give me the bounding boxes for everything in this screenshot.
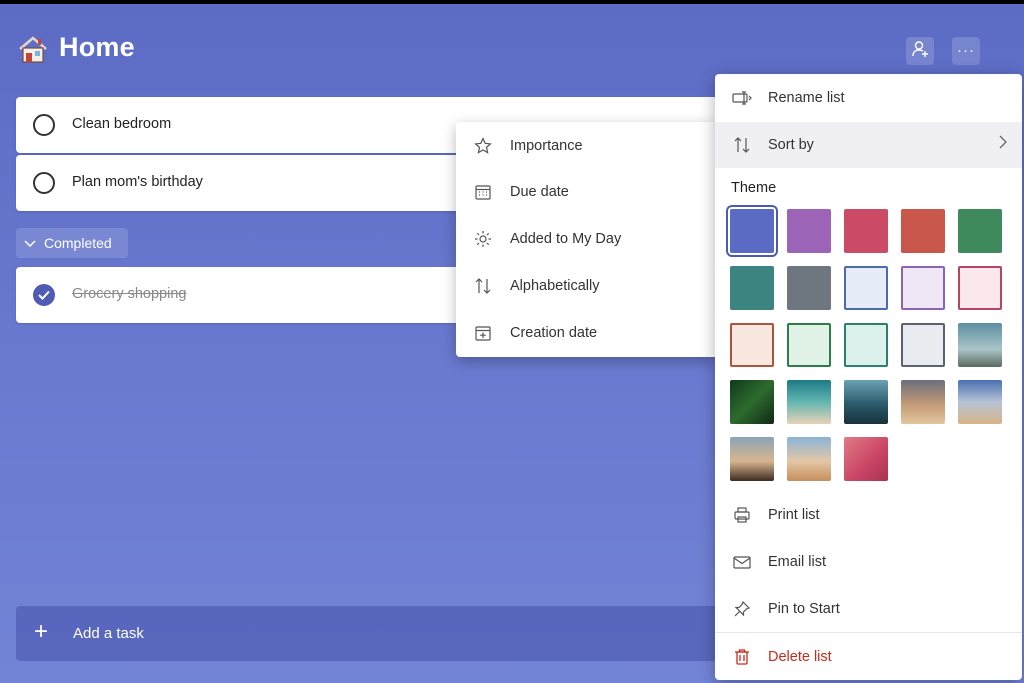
theme-swatch-light-purple[interactable] xyxy=(901,266,945,310)
sort-option-label: Added to My Day xyxy=(510,231,622,247)
print-list-option[interactable]: Print list xyxy=(715,492,1022,538)
sort-due-date-option[interactable]: Due date xyxy=(456,169,718,215)
menu-label: Delete list xyxy=(768,649,832,665)
theme-swatch-light-blue[interactable] xyxy=(844,266,888,310)
email-list-option[interactable]: Email list xyxy=(715,539,1022,585)
theme-swatch-photo-mountain-lake[interactable] xyxy=(844,380,888,424)
sort-creation-date-option[interactable]: Creation date xyxy=(456,310,718,356)
theme-swatch-photo-pink-abstract[interactable] xyxy=(844,437,888,481)
pin-to-start-option[interactable]: Pin to Start xyxy=(715,586,1022,632)
house-icon xyxy=(18,36,48,64)
theme-swatch-gray[interactable] xyxy=(787,266,831,310)
theme-section-label: Theme xyxy=(731,180,777,196)
menu-label: Sort by xyxy=(768,137,814,153)
theme-swatch-light-peach[interactable] xyxy=(730,323,774,367)
sort-by-submenu: Importance Due date Added to My Day Alph… xyxy=(456,122,718,357)
theme-swatch-light-green[interactable] xyxy=(787,323,831,367)
completed-section-label: Completed xyxy=(44,235,112,251)
sort-my-day-option[interactable]: Added to My Day xyxy=(456,216,718,262)
plus-icon: + xyxy=(34,618,49,645)
mail-icon xyxy=(715,555,768,569)
menu-label: Email list xyxy=(768,554,827,570)
theme-swatch-light-teal[interactable] xyxy=(844,323,888,367)
page-title: Home xyxy=(59,32,135,62)
theme-swatch-pink[interactable] xyxy=(844,209,888,253)
theme-swatch-photo-lighthouse-dusk[interactable] xyxy=(730,437,774,481)
theme-swatch-photo-desert-sky[interactable] xyxy=(958,380,1002,424)
sort-by-option[interactable]: Sort by xyxy=(715,122,1022,168)
chevron-right-icon xyxy=(999,135,1007,153)
theme-swatch-light-pink[interactable] xyxy=(958,266,1002,310)
add-task-input[interactable]: + Add a task xyxy=(16,606,736,661)
add-task-placeholder: Add a task xyxy=(73,625,144,642)
theme-swatch-photo-lighthouse-sky[interactable] xyxy=(958,323,1002,367)
sort-alphabetically-option[interactable]: Alphabetically xyxy=(456,263,718,309)
person-add-icon xyxy=(911,40,929,63)
rename-list-option[interactable]: Rename list xyxy=(715,75,1022,121)
rename-icon xyxy=(715,91,768,105)
trash-icon xyxy=(715,648,768,666)
completed-section-toggle[interactable]: Completed xyxy=(16,228,128,258)
menu-label: Print list xyxy=(768,507,820,523)
share-list-button[interactable] xyxy=(906,37,934,65)
pin-icon xyxy=(715,600,768,618)
theme-swatch-teal[interactable] xyxy=(730,266,774,310)
sort-option-label: Due date xyxy=(510,184,569,200)
task-title: Grocery shopping xyxy=(72,286,187,302)
chevron-down-icon xyxy=(24,235,36,251)
task-checkbox-checked[interactable] xyxy=(33,284,55,306)
menu-label: Pin to Start xyxy=(768,601,840,617)
theme-swatch-blue[interactable] xyxy=(726,205,778,257)
menu-divider xyxy=(715,632,1022,633)
more-options-button[interactable]: ··· xyxy=(952,37,980,65)
sort-arrows-icon xyxy=(715,136,768,154)
theme-swatch-photo-sunset-shore[interactable] xyxy=(901,380,945,424)
calendar-add-icon xyxy=(456,324,510,342)
sort-option-label: Importance xyxy=(510,138,583,154)
star-icon xyxy=(456,137,510,155)
todo-app-window: Home ··· Clean bedroom Plan mom's birthd… xyxy=(0,4,1024,683)
sort-arrows-icon xyxy=(456,277,510,295)
list-options-menu: Rename list Sort by Theme Print list Ema… xyxy=(715,74,1022,680)
sun-icon xyxy=(456,230,510,248)
theme-swatch-photo-fern[interactable] xyxy=(730,380,774,424)
printer-icon xyxy=(715,506,768,524)
task-title: Clean bedroom xyxy=(72,116,172,132)
theme-swatch-green[interactable] xyxy=(958,209,1002,253)
task-checkbox[interactable] xyxy=(33,114,55,136)
delete-list-option[interactable]: Delete list xyxy=(715,634,1022,680)
sort-importance-option[interactable]: Importance xyxy=(456,123,718,169)
task-title: Plan mom's birthday xyxy=(72,174,203,190)
ellipsis-icon: ··· xyxy=(957,42,975,59)
theme-swatch-red[interactable] xyxy=(901,209,945,253)
menu-label: Rename list xyxy=(768,90,845,106)
sort-option-label: Creation date xyxy=(510,325,598,341)
theme-swatch-photo-beach-aerial[interactable] xyxy=(787,380,831,424)
theme-swatch-purple[interactable] xyxy=(787,209,831,253)
theme-swatch-photo-balloon-field[interactable] xyxy=(787,437,831,481)
sort-option-label: Alphabetically xyxy=(510,278,600,294)
task-checkbox[interactable] xyxy=(33,172,55,194)
theme-swatch-light-gray[interactable] xyxy=(901,323,945,367)
calendar-icon xyxy=(456,183,510,201)
